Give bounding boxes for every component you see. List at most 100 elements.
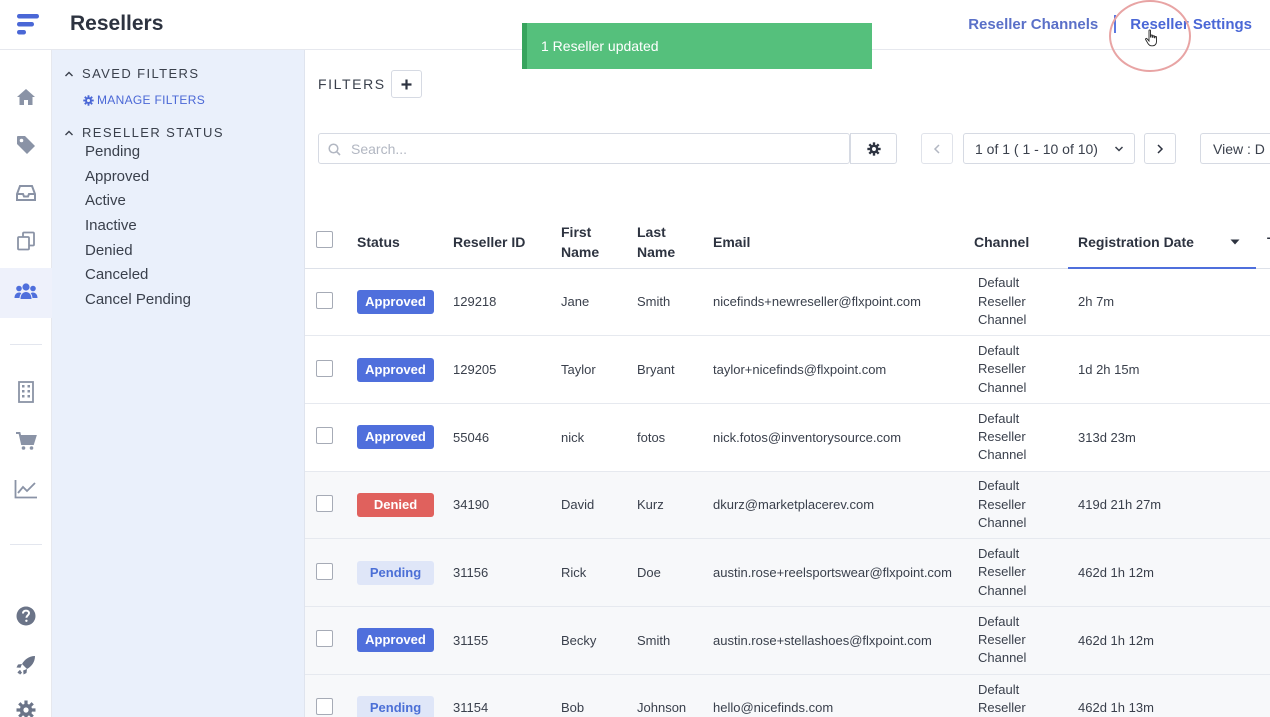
saved-filters-header[interactable]: SAVED FILTERS: [64, 66, 199, 81]
to-cell: [1257, 538, 1270, 607]
column-header-email[interactable]: Email: [713, 216, 974, 269]
add-filter-button[interactable]: [391, 70, 422, 98]
table-row[interactable]: Pending 31156 Rick Doe austin.rose+reelsport…: [305, 538, 1270, 607]
search-input[interactable]: [351, 138, 831, 160]
table-row[interactable]: Approved 129205 Taylor Bryant taylor+nicefin…: [305, 335, 1270, 404]
next-page-button[interactable]: [1144, 133, 1176, 164]
sort-caret-down-icon[interactable]: [1230, 239, 1240, 245]
pagination-select[interactable]: 1 of 1 ( 1 - 10 of 10): [963, 133, 1135, 164]
status-filter-active[interactable]: Active: [85, 192, 191, 217]
first-name-cell: Taylor: [561, 335, 637, 404]
copy-icon[interactable]: [14, 229, 38, 253]
channel-text: Default Reseller Channel: [978, 275, 1027, 327]
column-header-last-name[interactable]: Last Name: [637, 216, 713, 269]
status-cell: Approved: [357, 606, 453, 675]
channel-text: Default Reseller Channel: [978, 343, 1027, 395]
chevron-left-icon: [933, 143, 940, 154]
help-icon[interactable]: [14, 604, 38, 628]
registration-date-cell: 462d 1h 12m: [1068, 538, 1257, 607]
flxpoint-logo-icon[interactable]: [14, 11, 42, 39]
reseller-id-cell: 31156: [453, 538, 561, 607]
channel-text: Default Reseller Channel: [978, 546, 1027, 598]
last-name-cell: Smith: [637, 606, 713, 675]
building-icon[interactable]: [14, 380, 38, 404]
first-name-cell: Jane: [561, 268, 637, 337]
table-row[interactable]: Approved 55046 nick fotos nick.fotos@invento…: [305, 403, 1270, 472]
email-cell: nick.fotos@inventorysource.com: [713, 403, 974, 472]
last-name-cell: Doe: [637, 538, 713, 607]
column-header-status[interactable]: Status: [357, 216, 453, 269]
column-header-to[interactable]: To: [1257, 216, 1270, 269]
row-select-cell: [305, 403, 357, 472]
registration-date-cell: 462d 1h 12m: [1068, 606, 1257, 675]
status-cell: Approved: [357, 268, 453, 337]
search-icon: [328, 143, 341, 156]
status-cell: Pending: [357, 674, 453, 717]
column-header-channel[interactable]: Channel: [974, 216, 1068, 269]
registration-date-label: Registration Date: [1078, 233, 1194, 250]
reseller-status-label: RESELLER STATUS: [82, 125, 224, 140]
home-icon[interactable]: [14, 85, 38, 109]
row-checkbox[interactable]: [316, 630, 333, 648]
reseller-channels-link[interactable]: Reseller Channels: [968, 16, 1098, 33]
row-checkbox[interactable]: [316, 359, 333, 377]
channel-cell: Default Reseller Channel: [974, 606, 1068, 675]
registration-date-cell: 2h 7m: [1068, 268, 1257, 337]
header-links: Reseller Channels Reseller Settings: [968, 15, 1252, 33]
settings-icon[interactable]: [14, 698, 38, 717]
gear-icon: [866, 141, 881, 156]
cart-icon[interactable]: [14, 429, 38, 453]
table-row[interactable]: Pending 31154 Bob Johnson hello@nicefinds.co…: [305, 674, 1270, 717]
last-name-cell: fotos: [637, 403, 713, 472]
tag-icon[interactable]: [14, 133, 38, 157]
select-all-cell: [305, 216, 357, 269]
column-header-reseller-id[interactable]: Reseller ID: [453, 216, 561, 269]
channel-text: Default Reseller Channel: [978, 681, 1026, 715]
previous-page-button[interactable]: [921, 133, 953, 164]
rocket-icon[interactable]: [14, 653, 38, 677]
table-row[interactable]: Denied 34190 David Kurz dkurz@marketplacerev…: [305, 471, 1270, 540]
status-cell: Denied: [357, 471, 453, 540]
row-checkbox[interactable]: [316, 291, 333, 309]
select-all-checkbox[interactable]: [316, 230, 333, 248]
filter-sidebar: SAVED FILTERS MANAGE FILTERS RESELLER ST…: [52, 50, 305, 717]
search-settings-button[interactable]: [850, 133, 897, 164]
to-cell: [1257, 606, 1270, 675]
status-filter-approved[interactable]: Approved: [85, 168, 191, 193]
users-icon[interactable]: [14, 279, 38, 303]
row-select-cell: [305, 335, 357, 404]
row-checkbox[interactable]: [316, 562, 333, 580]
last-name-cell: Kurz: [637, 471, 713, 540]
reseller-status-header[interactable]: RESELLER STATUS: [64, 125, 224, 140]
manage-filters-label: MANAGE FILTERS: [97, 93, 205, 107]
status-cell: Approved: [357, 335, 453, 404]
column-header-registration-date[interactable]: Registration Date: [1068, 216, 1257, 269]
status-filter-denied[interactable]: Denied: [85, 242, 191, 267]
table-row[interactable]: Approved 129218 Jane Smith nicefinds+newrese…: [305, 268, 1270, 337]
status-filter-inactive[interactable]: Inactive: [85, 217, 191, 242]
main-panel: FILTERS 1 of 1 ( 1 - 10 of 10) View : D …: [305, 50, 1270, 717]
row-select-cell: [305, 674, 357, 717]
table-body: Approved 129218 Jane Smith nicefinds+newrese…: [305, 268, 1270, 717]
chart-icon[interactable]: [14, 477, 38, 501]
row-select-cell: [305, 268, 357, 337]
column-header-first-name[interactable]: First Name: [561, 216, 637, 269]
status-filter-cancel-pending[interactable]: Cancel Pending: [85, 291, 191, 316]
status-badge: Approved: [357, 357, 434, 382]
channel-cell: Default Reseller Channel: [974, 471, 1068, 540]
to-cell: [1257, 268, 1270, 337]
row-checkbox[interactable]: [316, 427, 333, 445]
success-toast: 1 Reseller updated: [522, 23, 872, 69]
status-filter-pending[interactable]: Pending: [85, 143, 191, 168]
channel-text: Default Reseller Channel: [978, 410, 1027, 463]
inbox-icon[interactable]: [14, 181, 38, 205]
row-checkbox[interactable]: [316, 697, 333, 715]
manage-filters-link[interactable]: MANAGE FILTERS: [83, 93, 205, 107]
status-filter-canceled[interactable]: Canceled: [85, 266, 191, 291]
row-checkbox[interactable]: [316, 494, 333, 512]
view-select[interactable]: View : D: [1200, 133, 1270, 164]
channel-cell: Default Reseller Channel: [974, 335, 1068, 404]
status-badge: Denied: [357, 492, 434, 517]
chevron-up-icon: [65, 130, 73, 135]
table-row[interactable]: Approved 31155 Becky Smith austin.rose+stell…: [305, 606, 1270, 675]
